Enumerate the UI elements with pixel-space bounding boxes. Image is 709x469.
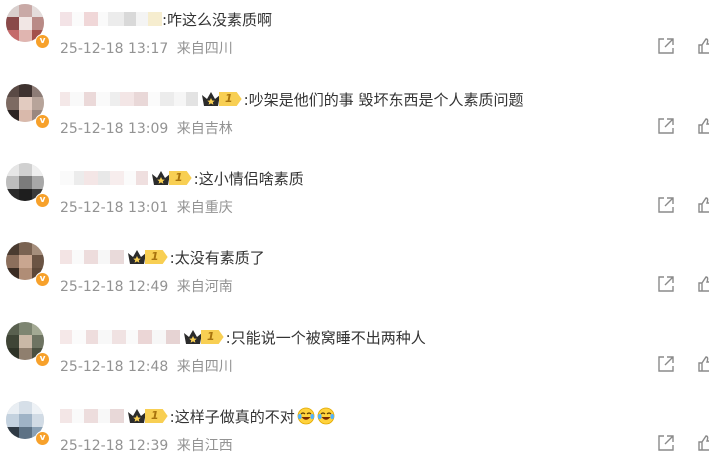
level-badge[interactable]: 1	[126, 407, 168, 425]
crying-laughing-emoji-icon	[297, 407, 315, 425]
username[interactable]	[60, 88, 198, 110]
avatar[interactable]: v	[6, 4, 50, 49]
comment-text: :这样子做真的不对	[170, 406, 335, 427]
level-badge[interactable]: 1	[126, 248, 168, 266]
comment-item: v 1 :这样子做真的不对 25-12-18 12:39 来自江西	[0, 397, 709, 463]
verified-badge-icon: v	[35, 34, 50, 49]
comment-location: 来自吉林	[176, 121, 233, 137]
level-badge[interactable]: 1	[200, 90, 242, 108]
comment-text: :太没有素质了	[169, 248, 265, 267]
avatar[interactable]: v	[6, 242, 50, 287]
comment-location: 来自重庆	[176, 200, 233, 216]
comment-text-body: :这样子做真的不对	[169, 407, 295, 426]
comment-text: :咋这么没素质啊	[162, 10, 273, 29]
avatar[interactable]: v	[6, 401, 50, 446]
level-badge[interactable]: 1	[150, 169, 192, 187]
username[interactable]	[60, 326, 180, 348]
comment-meta: 25-12-18 13:17 来自四川	[60, 38, 233, 58]
comment-item: v 1 :吵架是他们的事 毁坏东西是个人素质问题 25-12-18 13:09 …	[0, 80, 709, 146]
thumbs-up-icon[interactable]	[697, 355, 709, 373]
crown-icon	[128, 250, 146, 264]
comment-date: 25-12-18 13:01	[60, 200, 169, 216]
verified-badge-icon: v	[35, 272, 50, 287]
level-number: 1	[201, 330, 224, 344]
crown-icon	[202, 92, 220, 106]
comment-meta: 25-12-18 13:09 来自吉林	[60, 118, 233, 138]
crying-laughing-emoji-icon	[317, 407, 335, 425]
thumbs-up-icon[interactable]	[697, 117, 709, 135]
level-badge[interactable]: 1	[182, 328, 224, 346]
crown-icon	[128, 409, 146, 423]
crown-icon	[184, 330, 202, 344]
crown-icon	[152, 171, 170, 185]
comment-item: v 1 :这小情侣啥素质 25-12-18 13:01 来自重庆	[0, 159, 709, 225]
comment-item: v 1 :只能说一个被窝睡不出两种人 25-12-18 12:48 来自四川	[0, 318, 709, 384]
level-number: 1	[169, 171, 192, 185]
avatar[interactable]: v	[6, 322, 50, 367]
comment-item: v 1 :太没有素质了 25-12-18 12:49 来自河南	[0, 238, 709, 304]
share-icon[interactable]	[657, 117, 675, 135]
comment-date: 25-12-18 12:39	[60, 438, 169, 454]
thumbs-up-icon[interactable]	[697, 275, 709, 293]
share-icon[interactable]	[657, 37, 675, 55]
username[interactable]	[60, 167, 148, 189]
username[interactable]	[60, 246, 124, 268]
comment-location: 来自河南	[176, 279, 233, 295]
comment-text: :吵架是他们的事 毁坏东西是个人素质问题	[243, 90, 524, 109]
share-icon[interactable]	[657, 355, 675, 373]
verified-badge-icon: v	[35, 352, 50, 367]
share-icon[interactable]	[657, 275, 675, 293]
level-number: 1	[145, 409, 168, 423]
comment-meta: 25-12-18 12:48 来自四川	[60, 356, 233, 376]
comment-meta: 25-12-18 12:49 来自河南	[60, 276, 233, 296]
comment-text: :这小情侣啥素质	[193, 169, 304, 188]
comment-meta: 25-12-18 12:39 来自江西	[60, 435, 233, 455]
comment-date: 25-12-18 12:49	[60, 279, 169, 295]
comment-location: 来自四川	[176, 359, 233, 375]
comment-date: 25-12-18 13:09	[60, 121, 169, 137]
comment-item: v :咋这么没素质啊 25-12-18 13:17 来自四川	[0, 0, 709, 66]
thumbs-up-icon[interactable]	[697, 434, 709, 452]
verified-badge-icon: v	[35, 114, 50, 129]
verified-badge-icon: v	[35, 431, 50, 446]
level-number: 1	[219, 92, 242, 106]
share-icon[interactable]	[657, 196, 675, 214]
level-number: 1	[145, 250, 168, 264]
comment-text: :只能说一个被窝睡不出两种人	[225, 328, 426, 347]
thumbs-up-icon[interactable]	[697, 37, 709, 55]
comment-location: 来自江西	[176, 438, 233, 454]
comment-date: 25-12-18 13:17	[60, 41, 169, 57]
comment-location: 来自四川	[176, 41, 233, 57]
share-icon[interactable]	[657, 434, 675, 452]
thumbs-up-icon[interactable]	[697, 196, 709, 214]
avatar[interactable]: v	[6, 84, 50, 129]
avatar[interactable]: v	[6, 163, 50, 208]
comment-meta: 25-12-18 13:01 来自重庆	[60, 197, 233, 217]
comment-date: 25-12-18 12:48	[60, 359, 169, 375]
username[interactable]	[60, 405, 124, 427]
username[interactable]	[60, 8, 162, 30]
verified-badge-icon: v	[35, 193, 50, 208]
